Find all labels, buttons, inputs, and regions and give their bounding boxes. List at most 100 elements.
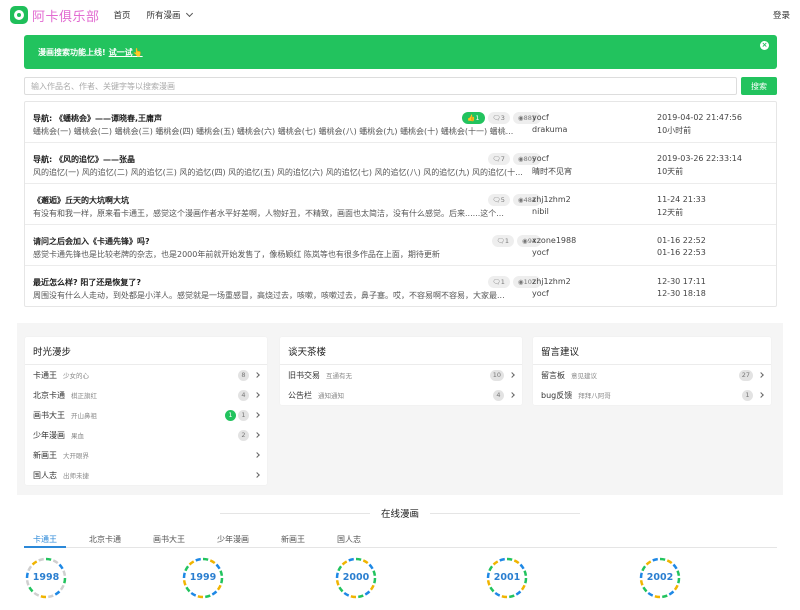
announcement-alert: 漫画搜索功能上线! 试一试👆 × — [24, 35, 777, 69]
comment-count: 7 — [500, 155, 505, 163]
thread-author[interactable]: yocf — [532, 113, 549, 122]
forum-item-name: 新画王 — [33, 450, 57, 460]
thumb-up-icon: 👍 — [467, 114, 476, 122]
forum-item[interactable]: bug反馈 拜拜八阿哥 1 — [533, 385, 771, 405]
forum-item-name: 少年漫画 — [33, 430, 65, 440]
comment-icon: 🗨 — [492, 155, 501, 163]
search-button[interactable]: 搜索 — [741, 77, 777, 95]
year-badge[interactable]: 2002 — [638, 556, 682, 600]
alert-text: 漫画搜索功能上线! — [38, 47, 106, 57]
forum-item-meta: 2 — [238, 429, 260, 441]
year-badge[interactable]: 1999 — [181, 556, 225, 600]
forum-sections: 时光漫步 卡通王 少女的心 8 北京卡通 棋正旗红 4 画书大王 开山鼻祖 1 1 少年漫画 果血 2 新画… — [17, 323, 783, 495]
site-logo[interactable]: 阿卡俱乐部 — [10, 6, 100, 25]
thread-row[interactable]: 导航: 《蟠桃会》——谭晓春,王庸声 蟠桃会(一) 蟠桃会(二) 蟠桃会(三) 蟠… — [25, 102, 776, 143]
like-count-badge: 👍 1 — [462, 112, 485, 124]
forum-item-name: 旧书交易 — [288, 370, 320, 380]
thread-created-time: 2019-04-02 21:47:56 — [657, 113, 742, 122]
comment-count-badge: 🗨 5 — [487, 194, 510, 206]
thread-author[interactable]: zhj1zhm2 — [532, 277, 571, 286]
year-label: 1999 — [189, 572, 217, 583]
login-link[interactable]: 登录 — [773, 9, 790, 21]
forum-item[interactable]: 北京卡通 棋正旗红 4 — [25, 385, 267, 405]
year-label: 2001 — [493, 572, 521, 583]
thread-row[interactable]: 《邂逅》丘天的大坑啊大坑 有没有和我一样，原来看卡通王，感觉这个漫画作者水平好差啊… — [25, 184, 776, 225]
alert-try-link[interactable]: 试一试👆 — [109, 47, 143, 58]
forum-item-name: 卡通王 — [33, 370, 57, 380]
search-input[interactable]: 输入作品名、作者、关键字等以搜索漫画 — [24, 77, 737, 95]
thread-last-replier[interactable]: yocf — [532, 248, 549, 257]
tab-4[interactable]: 新画王 — [272, 530, 314, 548]
forum-item-desc: 开山鼻祖 — [71, 412, 97, 420]
thread-author[interactable]: xzone1988 — [532, 236, 576, 245]
chevron-right-icon — [254, 372, 260, 378]
comment-count-badge: 🗨 1 — [491, 235, 515, 247]
forum-item-meta: 4 — [238, 389, 260, 401]
thread-last-replier[interactable]: 晴时不见宵 — [532, 166, 572, 177]
thread-title[interactable]: 导航: 《蟠桃会》——谭晓春,王庸声 — [33, 113, 162, 124]
year-badge[interactable]: 1998 — [24, 556, 68, 600]
year-label: 2002 — [646, 572, 674, 583]
thread-title[interactable]: 请问之后会加入《卡通先锋》吗? — [33, 236, 150, 247]
thread-last-reply-time: 12天前 — [657, 208, 684, 217]
thread-row[interactable]: 请问之后会加入《卡通先锋》吗? 感觉卡通先锋也是比较老牌的杂志，也是2000年前就… — [25, 225, 776, 266]
post-count-badge: 4 — [238, 389, 249, 401]
close-icon[interactable]: × — [760, 41, 769, 50]
new-posts-badge: 1 — [225, 409, 236, 421]
forum-item[interactable]: 卡通王 少女的心 8 — [25, 365, 267, 385]
forum-item-desc: 少女的心 — [63, 372, 89, 380]
top-nav: 阿卡俱乐部 首页 所有漫画 登录 — [0, 0, 800, 30]
tab-5[interactable]: 国人志 — [328, 530, 370, 548]
forum-item-desc: 互通有无 — [326, 372, 352, 380]
thread-last-replier[interactable]: drakuma — [532, 125, 567, 134]
forum-item-desc: 棋正旗红 — [71, 392, 97, 400]
tab-1[interactable]: 北京卡通 — [80, 530, 130, 548]
forum-item[interactable]: 公告栏 通知通知 4 — [280, 385, 522, 405]
forum-item[interactable]: 旧书交易 互通有无 10 — [280, 365, 522, 385]
post-count-badge: 10 — [489, 369, 504, 381]
thread-title[interactable]: 导航: 《风的追忆》——张晶 — [33, 154, 135, 165]
chevron-down-icon — [185, 9, 193, 18]
forum-item[interactable]: 新画王 大开眼界 — [25, 445, 267, 465]
forum-item-meta: 1 — [742, 389, 764, 401]
comment-count-badge: 🗨 7 — [487, 153, 510, 165]
year-list: 1998 1999 2000 2001 2002 — [24, 556, 777, 606]
comment-icon: 🗨 — [496, 237, 505, 245]
thread-created-time: 01-16 22:52 — [657, 236, 706, 245]
chevron-right-icon — [254, 392, 260, 398]
thread-title[interactable]: 《邂逅》丘天的大坑啊大坑 — [33, 195, 129, 206]
nav-all-comics-menu[interactable]: 所有漫画 — [147, 9, 193, 21]
tab-0[interactable]: 卡通王 — [24, 530, 66, 548]
thread-row[interactable]: 最近怎么样? 阳了还是恢复了? 周围没有什么人走动，到处都是小洋人。感觉就是一场重… — [25, 266, 776, 306]
like-count: 1 — [475, 114, 480, 122]
forum-item[interactable]: 国人志 出师未捷 — [25, 465, 267, 485]
thread-last-reply-time: 12-30 18:18 — [657, 289, 706, 298]
thread-title[interactable]: 最近怎么样? 阳了还是恢复了? — [33, 277, 141, 288]
chevron-right-icon — [509, 392, 515, 398]
year-badge[interactable]: 2000 — [334, 556, 378, 600]
forum-item-meta: 4 — [493, 389, 515, 401]
divider-line — [430, 513, 580, 514]
nav-home-link[interactable]: 首页 — [114, 9, 131, 21]
thread-row[interactable]: 导航: 《风的追忆》——张晶风的追忆(一) 风的追忆(二) 风的追忆(三) 风的… — [25, 143, 776, 184]
thread-excerpt: 风的追忆(一) 风的追忆(二) 风的追忆(三) 风的追忆(四) 风的追忆(五) … — [33, 168, 523, 177]
tab-2[interactable]: 画书大王 — [144, 530, 194, 548]
forum-card: 谈天茶楼 旧书交易 互通有无 10 公告栏 通知通知 4 — [280, 337, 522, 405]
thread-created-time: 2019-03-26 22:33:14 — [657, 154, 742, 163]
thread-author[interactable]: yocf — [532, 154, 549, 163]
forum-item[interactable]: 画书大王 开山鼻祖 1 1 — [25, 405, 267, 425]
forum-item-name: 北京卡通 — [33, 390, 65, 400]
thread-created-time: 11-24 21:33 — [657, 195, 706, 204]
forum-item-meta: 10 — [489, 369, 515, 381]
thread-last-replier[interactable]: yocf — [532, 289, 549, 298]
year-badge[interactable]: 2001 — [485, 556, 529, 600]
tab-3[interactable]: 少年漫画 — [208, 530, 258, 548]
forum-item[interactable]: 留言板 意见建议 27 — [533, 365, 771, 385]
chevron-right-icon — [254, 432, 260, 438]
thread-author[interactable]: zhj1zhm2 — [532, 195, 571, 204]
thread-last-replier[interactable]: nibil — [532, 207, 549, 216]
thread-last-reply-time: 10小时前 — [657, 126, 692, 135]
comment-count: 5 — [500, 196, 505, 204]
thread-list: 导航: 《蟠桃会》——谭晓春,王庸声 蟠桃会(一) 蟠桃会(二) 蟠桃会(三) 蟠… — [24, 101, 777, 307]
forum-item[interactable]: 少年漫画 果血 2 — [25, 425, 267, 445]
